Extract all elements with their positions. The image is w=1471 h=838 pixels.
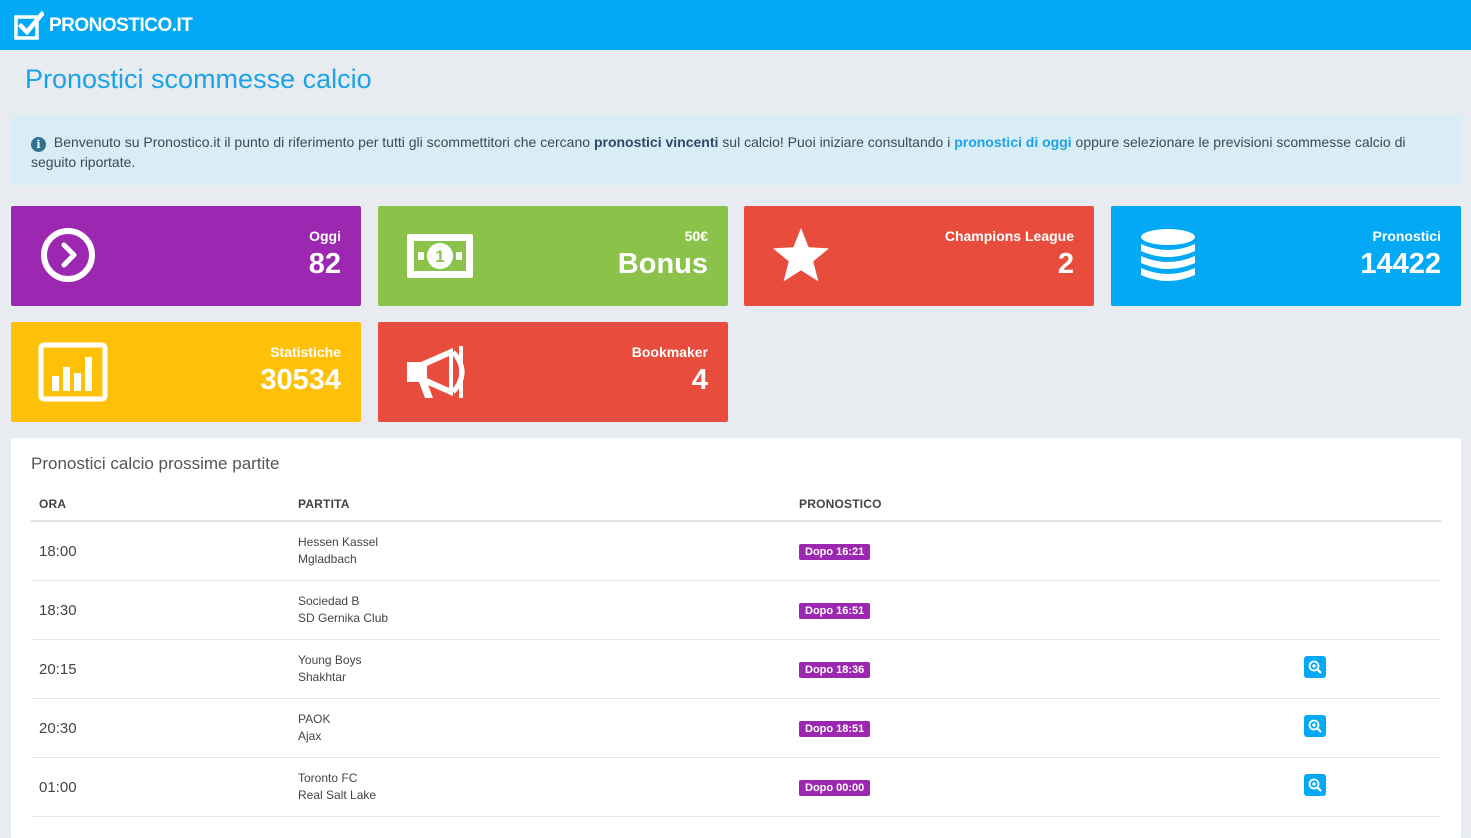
- tile-oggi[interactable]: Oggi 82: [11, 206, 361, 306]
- away-team[interactable]: Real Salt Lake: [298, 787, 791, 804]
- match-time: 01:00: [31, 757, 290, 817]
- prediction-time-badge: Dopo 16:21: [799, 544, 871, 560]
- table-row[interactable]: 18:00 Hessen Kassel Mgladbach Dopo 16:21: [31, 521, 1441, 581]
- megaphone-icon: [407, 346, 465, 398]
- tile-champions-label: Champions League: [944, 228, 1074, 244]
- away-team[interactable]: SD Gernika Club: [298, 610, 791, 627]
- tile-champions-value: 2: [1057, 248, 1074, 280]
- column-header-actions: [1251, 488, 1441, 522]
- match-actions-cell: [1251, 698, 1441, 758]
- match-actions-cell: [1251, 757, 1441, 817]
- tile-statistiche[interactable]: Statistiche 30534: [11, 322, 361, 422]
- match-time: 20:15: [31, 639, 290, 699]
- column-header-pronostico: PRONOSTICO: [791, 488, 1251, 522]
- tile-pronostici[interactable]: Pronostici 14422: [1111, 206, 1461, 306]
- prediction-time-badge: Dopo 18:36: [799, 662, 871, 678]
- matches-table: ORA PARTITA PRONOSTICO 18:00 Hessen Kasse…: [31, 488, 1441, 817]
- database-icon: [1141, 229, 1195, 281]
- zoom-details-button[interactable]: [1304, 655, 1326, 678]
- away-team[interactable]: Ajax: [298, 728, 791, 745]
- matches-panel: Pronostici calcio prossime partite ORA P…: [11, 438, 1461, 838]
- tile-pronostici-value: 14422: [1360, 248, 1441, 280]
- match-teams: PAOK Ajax: [290, 698, 791, 758]
- away-team[interactable]: Mgladbach: [298, 551, 791, 568]
- page-title: Pronostici scommesse calcio: [25, 64, 372, 94]
- column-header-ora: ORA: [31, 488, 290, 522]
- table-row[interactable]: 20:30 PAOK Ajax Dopo 18:51: [31, 698, 1441, 758]
- welcome-text-2: sul calcio! Puoi iniziare consultando i: [718, 134, 955, 150]
- top-navbar: PRONOSTICO.IT: [0, 0, 1471, 50]
- table-header-row: ORA PARTITA PRONOSTICO: [31, 488, 1441, 522]
- home-team[interactable]: Young Boys: [298, 652, 791, 669]
- match-time: 18:30: [31, 580, 290, 640]
- home-team[interactable]: Sociedad B: [298, 593, 791, 610]
- tile-bonus-label: 50€: [684, 228, 708, 244]
- matches-panel-title: Pronostici calcio prossime partite: [31, 454, 280, 473]
- table-row[interactable]: 18:30 Sociedad B SD Gernika Club Dopo 16:51: [31, 580, 1441, 640]
- prediction-time-badge: Dopo 16:51: [799, 603, 871, 619]
- match-actions-cell: [1251, 580, 1441, 640]
- tile-pronostici-label: Pronostici: [1372, 228, 1441, 244]
- match-actions-cell: [1251, 639, 1441, 699]
- tile-statistiche-label: Statistiche: [270, 344, 341, 360]
- column-header-partita: PARTITA: [290, 488, 791, 522]
- home-team[interactable]: Toronto FC: [298, 770, 791, 787]
- welcome-bold-text: pronostici vincenti: [593, 134, 719, 150]
- tile-bonus-value: Bonus: [617, 248, 708, 280]
- checkbox-logo-icon: [14, 11, 44, 40]
- star-icon: [773, 228, 829, 282]
- table-row[interactable]: 01:00 Toronto FC Real Salt Lake Dopo 00:00: [31, 757, 1441, 817]
- tile-bookmaker[interactable]: Bookmaker 4: [378, 322, 728, 422]
- match-teams: Hessen Kassel Mgladbach: [290, 521, 791, 581]
- match-teams: Young Boys Shakhtar: [290, 639, 791, 699]
- pronostici-oggi-link[interactable]: pronostici di oggi: [954, 134, 1071, 150]
- svg-text:1: 1: [435, 247, 444, 266]
- table-row[interactable]: 20:15 Young Boys Shakhtar Dopo 18:36: [31, 639, 1441, 699]
- banknote-icon: 1: [407, 234, 473, 278]
- tile-oggi-value: 82: [308, 248, 341, 280]
- zoom-details-button[interactable]: [1304, 773, 1326, 796]
- welcome-alert: i Benvenuto su Pronostico.it il punto di…: [11, 115, 1461, 185]
- zoom-in-icon: [1308, 778, 1322, 792]
- zoom-in-icon: [1308, 719, 1322, 733]
- bar-chart-icon: [38, 342, 108, 402]
- prediction-time-badge: Dopo 18:51: [799, 721, 871, 737]
- match-prediction-cell: Dopo 18:36: [791, 639, 1251, 699]
- match-time: 18:00: [31, 521, 290, 581]
- welcome-text-1: Benvenuto su Pronostico.it il punto di r…: [53, 134, 594, 150]
- match-teams: Sociedad B SD Gernika Club: [290, 580, 791, 640]
- tile-bonus[interactable]: 1 50€ Bonus: [378, 206, 728, 306]
- tile-champions-league[interactable]: Champions League 2: [744, 206, 1094, 306]
- match-prediction-cell: Dopo 16:21: [791, 521, 1251, 581]
- away-team[interactable]: Shakhtar: [298, 669, 791, 686]
- match-prediction-cell: Dopo 00:00: [791, 757, 1251, 817]
- zoom-in-icon: [1308, 660, 1322, 674]
- match-actions-cell: [1251, 521, 1441, 581]
- match-time: 20:30: [31, 698, 290, 758]
- zoom-details-button[interactable]: [1304, 714, 1326, 737]
- match-teams: Toronto FC Real Salt Lake: [290, 757, 791, 817]
- tile-statistiche-value: 30534: [260, 364, 341, 396]
- tile-bookmaker-label: Bookmaker: [631, 344, 708, 360]
- tile-bookmaker-value: 4: [691, 364, 708, 396]
- tile-oggi-label: Oggi: [309, 228, 341, 244]
- info-circle-icon: i: [31, 137, 46, 152]
- site-name: PRONOSTICO.IT: [49, 15, 193, 36]
- match-prediction-cell: Dopo 16:51: [791, 580, 1251, 640]
- home-team[interactable]: PAOK: [298, 711, 791, 728]
- home-team[interactable]: Hessen Kassel: [298, 534, 791, 551]
- site-logo[interactable]: PRONOSTICO.IT: [14, 11, 193, 41]
- prediction-time-badge: Dopo 00:00: [799, 780, 871, 796]
- clock-arrow-icon: [41, 228, 95, 282]
- match-prediction-cell: Dopo 18:51: [791, 698, 1251, 758]
